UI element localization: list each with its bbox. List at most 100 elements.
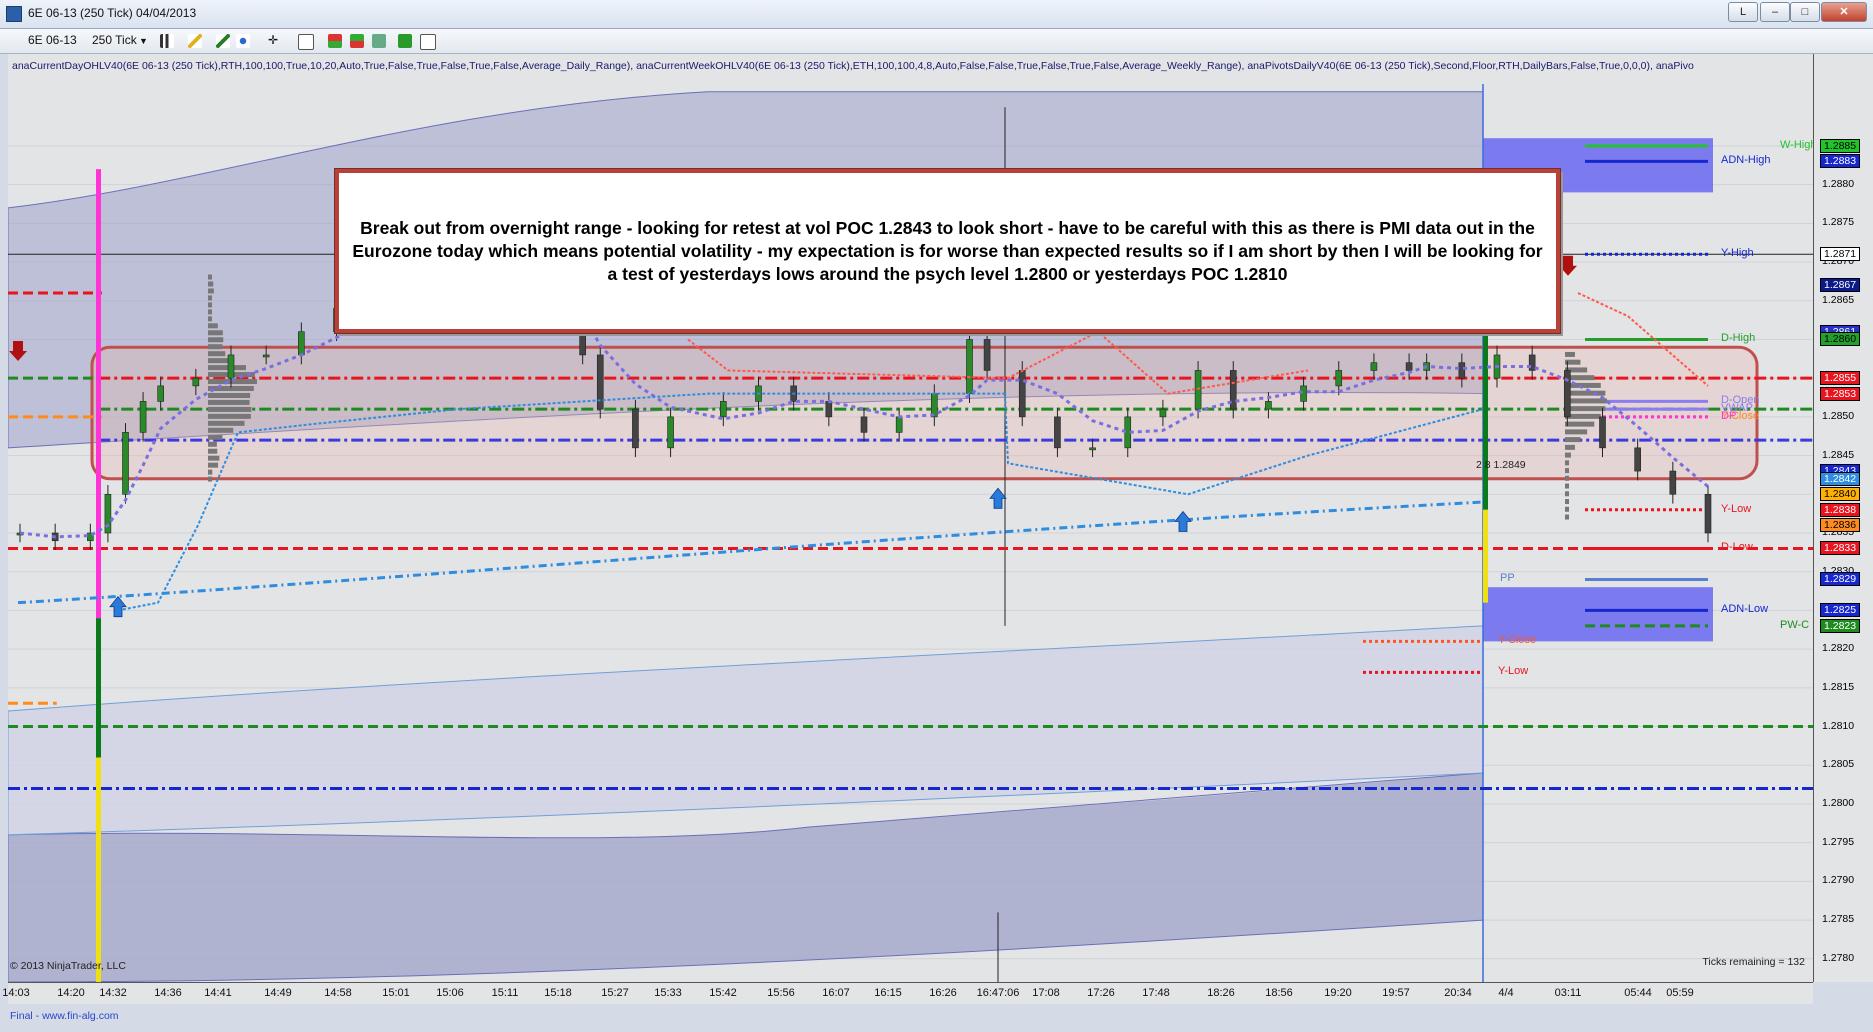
- time-tick-label: 15:11: [491, 987, 519, 999]
- indicators-icon[interactable]: [328, 34, 342, 48]
- time-tick-label: 15:06: [436, 987, 464, 999]
- time-tick-label: 14:03: [2, 987, 30, 999]
- session-volume-bar: [1565, 475, 1569, 481]
- session-volume-bar: [1565, 514, 1569, 520]
- time-tick-label: 14:20: [57, 987, 85, 999]
- candle-body: [1265, 401, 1272, 410]
- time-tick-label: 15:33: [654, 987, 682, 999]
- level-label: W-High: [1780, 138, 1813, 151]
- price-axis[interactable]: 1.28851.28801.28751.28701.28651.28601.28…: [1813, 54, 1873, 982]
- candle-body: [1405, 362, 1413, 371]
- level-label: Y-High: [1721, 247, 1754, 260]
- volume-bar: [208, 295, 212, 301]
- money-icon[interactable]: [398, 34, 412, 48]
- price-marker-box: 1.2829: [1820, 572, 1861, 587]
- volume-bar: [208, 330, 223, 336]
- volume-bar: [208, 309, 212, 315]
- candle-body: [1194, 370, 1202, 410]
- crosshair-icon[interactable]: ✛: [268, 33, 278, 47]
- candle-body: [983, 339, 991, 371]
- candle-body: [298, 331, 305, 356]
- annotation-box[interactable]: Break out from overnight range - looking…: [335, 169, 1560, 333]
- candle-body: [227, 354, 235, 379]
- trend-line: [17, 500, 1484, 605]
- session-volume-bar: [1565, 421, 1595, 427]
- candle-body: [1458, 362, 1466, 379]
- time-tick-label: 03:11: [1554, 987, 1582, 999]
- strategies-icon[interactable]: [350, 34, 364, 48]
- price-marker-box: 1.2823: [1820, 618, 1861, 633]
- candle-body: [192, 377, 200, 387]
- candle-body: [931, 393, 938, 418]
- bar-type-icon[interactable]: [160, 34, 174, 48]
- minimize-button[interactable]: –: [1760, 2, 1790, 22]
- drawing-tool-icon[interactable]: [188, 34, 202, 48]
- candle-body: [1335, 370, 1343, 387]
- level-label: PP: [1500, 572, 1515, 585]
- indicator-parameters: anaCurrentDayOHLV40(6E 06-13 (250 Tick),…: [12, 60, 1694, 72]
- chart-panel[interactable]: anaCurrentDayOHLV40(6E 06-13 (250 Tick),…: [8, 54, 1813, 982]
- time-tick-label: 15:27: [601, 987, 629, 999]
- volume-bar: [208, 274, 212, 280]
- level-label: PW-C: [1780, 618, 1810, 631]
- time-tick-label: 16:47:06: [976, 987, 1020, 999]
- level-label: D-High: [1721, 332, 1756, 345]
- price-tick-label: 1.2815: [1822, 680, 1855, 693]
- volume-bar: [208, 399, 250, 405]
- volume-bar: [208, 427, 234, 433]
- session-volume-bar: [1565, 351, 1575, 357]
- volume-bar: [208, 406, 252, 412]
- time-axis[interactable]: 14:03 14:20 14:32 14:36 14:41 14:49 14:58 15:01…: [2, 982, 1813, 1005]
- price-tick-label: 1.2820: [1822, 642, 1855, 655]
- price-marker-box: 1.2860: [1820, 332, 1861, 347]
- time-tick-label: 18:56: [1265, 987, 1293, 999]
- footer-note: Final - www.fin-alg.com: [10, 1010, 119, 1022]
- volume-bar: [208, 337, 224, 343]
- candle-body: [1634, 447, 1641, 472]
- maximize-button[interactable]: □: [1790, 2, 1820, 22]
- volume-bar: [208, 392, 251, 398]
- session-volume-bar: [1565, 499, 1569, 505]
- draw-line-icon[interactable]: [216, 34, 230, 48]
- volume-bar: [208, 420, 245, 426]
- period-selector[interactable]: 250 Tick: [92, 33, 137, 47]
- candle-body: [157, 385, 164, 402]
- time-tick-label: 17:48: [1142, 987, 1170, 999]
- session-volume-bar: [1565, 390, 1606, 396]
- time-tick-label: 05:59: [1666, 987, 1694, 999]
- session-volume-bar: [1565, 444, 1575, 450]
- annotation-text: Break out from overnight range - looking…: [352, 218, 1543, 284]
- close-button[interactable]: ✕: [1821, 2, 1867, 22]
- magnify-icon[interactable]: [298, 34, 314, 50]
- level-label: DP: [1721, 409, 1737, 422]
- link-button[interactable]: L: [1728, 2, 1758, 22]
- volume-bar: [208, 455, 220, 461]
- properties-icon[interactable]: [420, 34, 436, 50]
- level-label: Y-Close: [1498, 634, 1537, 647]
- time-tick-label: 19:20: [1324, 987, 1352, 999]
- price-marker-box: 1.2885: [1820, 138, 1861, 153]
- zoom-icon[interactable]: [236, 34, 250, 48]
- level-label: Y-Low: [1721, 502, 1752, 515]
- price-marker-box: 1.2867: [1820, 278, 1861, 293]
- level-label: ADN-Low: [1721, 603, 1769, 616]
- data-box-icon[interactable]: [372, 34, 386, 48]
- time-tick-label: 17:08: [1032, 987, 1060, 999]
- volume-bar: [208, 316, 212, 322]
- time-tick-label: 14:41: [204, 987, 232, 999]
- price-marker-box: 1.2853: [1820, 386, 1861, 401]
- volume-bar: [208, 462, 219, 468]
- price-tick-label: 1.2865: [1822, 293, 1855, 306]
- session-volume-bar: [1565, 468, 1569, 474]
- price-tick-label: 1.2795: [1822, 835, 1855, 848]
- candle-body: [1528, 354, 1536, 371]
- instrument-selector[interactable]: 6E 06-13: [28, 33, 77, 47]
- price-tick-label: 1.2780: [1822, 951, 1855, 964]
- volume-bar: [208, 413, 251, 419]
- session-volume-bar: [1565, 452, 1571, 458]
- period-dropdown-icon[interactable]: ▼: [139, 36, 148, 46]
- profile-strip-yellow: [96, 757, 101, 982]
- session-volume-bar: [1565, 437, 1581, 443]
- time-tick-label: 17:26: [1087, 987, 1115, 999]
- volume-bar: [208, 323, 218, 329]
